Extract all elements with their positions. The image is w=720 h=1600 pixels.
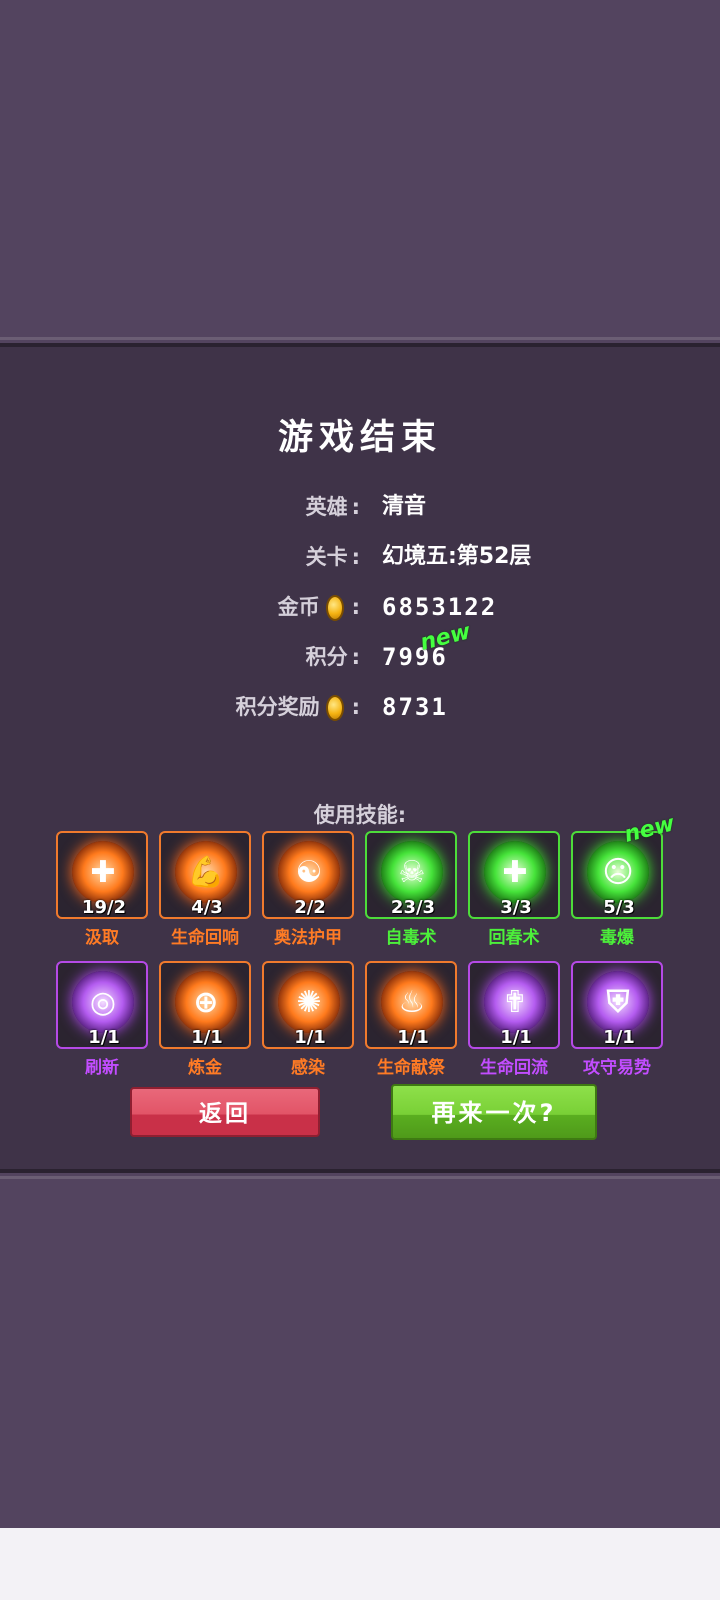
- skill-count: 19/2: [81, 897, 127, 918]
- skill-count: 1/1: [397, 1027, 429, 1048]
- skill-slot[interactable]: ⛨ 1/1 攻守易势: [571, 961, 663, 1081]
- skill-count: 1/1: [294, 1027, 326, 1048]
- skill-slot[interactable]: ✚ 19/2 汲取: [56, 831, 148, 951]
- skill-count: 3/3: [500, 897, 532, 918]
- skill-slot[interactable]: ☹ 5/3 毒爆: [571, 831, 663, 951]
- meditation-figure-icon: ☯: [278, 841, 340, 903]
- heal-blob-icon: ✚: [484, 841, 546, 903]
- skill-slot[interactable]: ✟ 1/1 生命回流: [468, 961, 560, 1081]
- reward-value: 8731: [382, 693, 448, 721]
- skill-frame: ◎ 1/1: [56, 961, 148, 1049]
- skill-name: 生命回流: [480, 1058, 548, 1078]
- skill-slot[interactable]: ☯ 2/2 奥法护甲: [262, 831, 354, 951]
- system-nav-bar: [0, 1528, 720, 1600]
- back-button[interactable]: 返回: [130, 1087, 320, 1137]
- retry-button[interactable]: 再来一次?: [391, 1084, 597, 1140]
- skills-heading: 使用技能:: [313, 803, 407, 827]
- skill-frame: ⊕ 1/1: [159, 961, 251, 1049]
- skill-count: 2/2: [294, 897, 326, 918]
- swirl-icon: ◎: [72, 971, 134, 1033]
- skill-name: 攻守易势: [583, 1058, 651, 1078]
- skill-frame: 💪 4/3: [159, 831, 251, 919]
- skill-name: 炼金: [188, 1058, 222, 1078]
- gold-coin-icon: [325, 695, 344, 721]
- score-row: 积分: 7996 new: [0, 619, 720, 677]
- reward-row: 积分奖励: 8731: [0, 687, 720, 727]
- skill-frame: ☹ 5/3: [571, 831, 663, 919]
- skill-name: 生命回响: [171, 928, 239, 948]
- skill-slot[interactable]: ☠ 23/3 自毒术: [365, 831, 457, 951]
- skill-count: 23/3: [390, 897, 436, 918]
- flame-bowl-icon: ♨: [381, 971, 443, 1033]
- skill-name: 自毒术: [385, 928, 437, 948]
- skill-frame: ⛨ 1/1: [571, 961, 663, 1049]
- skill-name: 奥法护甲: [274, 928, 342, 948]
- game-over-title: 游戏结束: [277, 418, 442, 458]
- score-label: 积分: [305, 645, 348, 669]
- gold-label: 金币: [277, 595, 320, 619]
- skill-name: 回春术: [488, 928, 540, 948]
- skill-name: 毒爆: [600, 928, 634, 948]
- colon: :: [351, 545, 360, 569]
- target-cauldron-icon: ⊕: [175, 971, 237, 1033]
- skill-frame: ☯ 2/2: [262, 831, 354, 919]
- skill-frame: ✚ 19/2: [56, 831, 148, 919]
- skill-slot[interactable]: ◎ 1/1 刷新: [56, 961, 148, 1081]
- hero-row: 英雄: 清音: [0, 487, 720, 527]
- stage-label: 关卡: [305, 545, 348, 569]
- gold-value: 6853122: [382, 593, 498, 621]
- gold-coin-icon: [325, 595, 344, 621]
- gold-row: 金币: 6853122: [0, 587, 720, 627]
- splash-icon: ✺: [278, 971, 340, 1033]
- angry-face-icon: ☹: [587, 841, 649, 903]
- game-over-panel: 游戏结束 英雄: 清音 关卡: 幻境五:第52层 金币: 6853122 积分:…: [0, 337, 720, 1179]
- skill-slot[interactable]: ✚ 3/3 回春术: [468, 831, 560, 951]
- colon: :: [351, 695, 360, 719]
- skill-name: 汲取: [85, 928, 119, 948]
- skill-count: 1/1: [603, 1027, 635, 1048]
- skill-slot[interactable]: ⊕ 1/1 炼金: [159, 961, 251, 1081]
- cross-emblem-icon: ✚: [72, 841, 134, 903]
- hero-label: 英雄: [305, 495, 348, 519]
- skill-frame: ✟ 1/1: [468, 961, 560, 1049]
- hero-value: 清音: [382, 494, 427, 519]
- skill-slot[interactable]: ♨ 1/1 生命献祭: [365, 961, 457, 1081]
- skill-count: 4/3: [191, 897, 223, 918]
- stage-row: 关卡: 幻境五:第52层: [0, 537, 720, 577]
- skill-slot[interactable]: ✺ 1/1 感染: [262, 961, 354, 1081]
- skill-name: 刷新: [85, 1058, 119, 1078]
- skill-count: 5/3: [603, 897, 635, 918]
- skill-name: 生命献祭: [377, 1058, 445, 1078]
- shield-icon: ⛨: [587, 971, 649, 1033]
- stage-value: 幻境五:第52层: [382, 544, 532, 569]
- skill-frame: ✺ 1/1: [262, 961, 354, 1049]
- skill-slot[interactable]: 💪 4/3 生命回响: [159, 831, 251, 951]
- colon: :: [351, 495, 360, 519]
- skill-frame: ♨ 1/1: [365, 961, 457, 1049]
- colon: :: [351, 595, 360, 619]
- colon: :: [351, 645, 360, 669]
- skill-name: 感染: [291, 1058, 325, 1078]
- skull-icon: ☠: [381, 841, 443, 903]
- reward-label: 积分奖励: [235, 695, 320, 719]
- praying-figure-icon: ✟: [484, 971, 546, 1033]
- flexed-arm-icon: 💪: [175, 841, 237, 903]
- skill-count: 1/1: [88, 1027, 120, 1048]
- skill-frame: ☠ 23/3: [365, 831, 457, 919]
- skill-frame: ✚ 3/3: [468, 831, 560, 919]
- skill-count: 1/1: [500, 1027, 532, 1048]
- skill-count: 1/1: [191, 1027, 223, 1048]
